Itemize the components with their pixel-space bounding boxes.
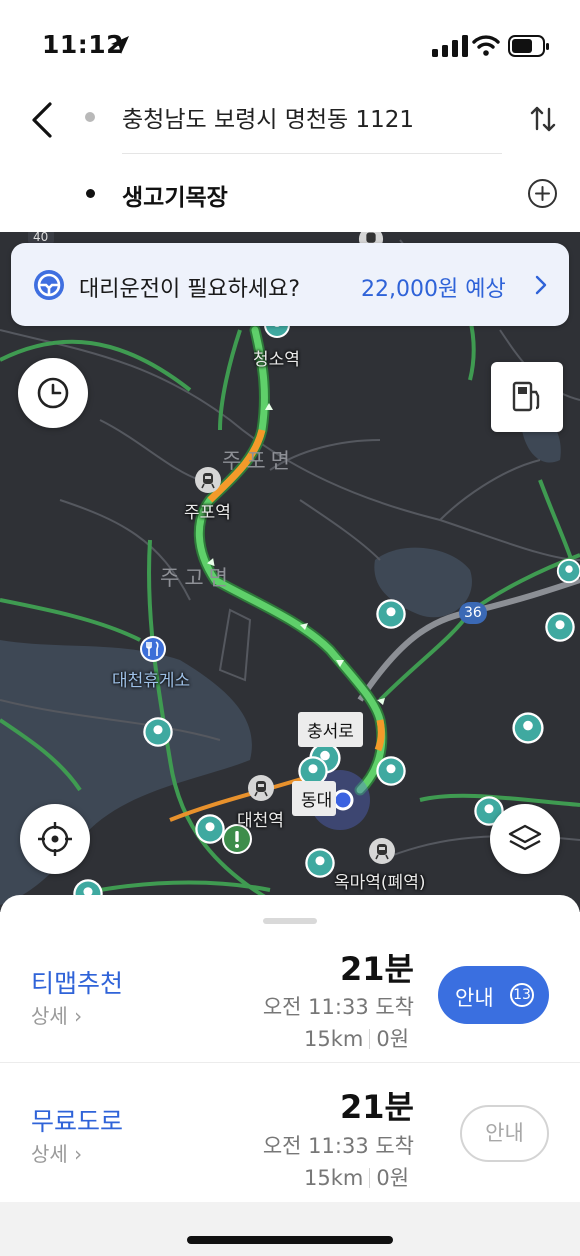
route-name-tmap[interactable]: 티맵추천	[31, 964, 123, 1000]
train-icon[interactable]	[368, 837, 396, 865]
destination-field[interactable]: 생고기목장	[122, 178, 228, 212]
poi-pin-icon[interactable]	[141, 715, 175, 749]
map-tag-dongdae: 동대	[292, 781, 337, 816]
guide-button-secondary[interactable]: 안내	[460, 1105, 549, 1162]
route-duration: 21분	[340, 1088, 414, 1126]
location-arrow-icon	[111, 36, 129, 54]
route-detail-link[interactable]: 상세 ›	[31, 1000, 82, 1029]
road-shield-36: 36	[464, 605, 482, 621]
layers-button[interactable]	[490, 804, 560, 874]
train-icon[interactable]	[194, 466, 222, 494]
route-toll: 0원	[376, 1166, 410, 1190]
map-tag-chungseoro: 충서로	[298, 712, 363, 747]
train-icon[interactable]	[247, 774, 275, 802]
guide-button-label: 안내	[455, 986, 494, 1010]
route-distance-toll: 15km 0원	[304, 1023, 409, 1053]
daeri-banner[interactable]: 대리운전이 필요하세요? 22,000원 예상	[11, 243, 569, 326]
map-label-okma: 옥마역(폐역)	[334, 873, 426, 893]
route-detail-link[interactable]: 상세 ›	[31, 1138, 82, 1167]
route-detail-label: 상세	[31, 1004, 68, 1028]
poi-pin-icon[interactable]	[374, 754, 408, 788]
back-icon[interactable]	[22, 100, 62, 140]
chevron-right-icon: ›	[74, 1004, 83, 1028]
origin-field[interactable]: 충청남도 보령시 명천동 1121	[122, 100, 414, 134]
clock-icon	[37, 377, 69, 409]
locate-button[interactable]	[20, 804, 90, 874]
daeri-price: 22,000원 예상	[361, 277, 506, 302]
history-button[interactable]	[18, 358, 88, 428]
route-duration: 21분	[340, 950, 414, 988]
route-toll: 0원	[376, 1027, 410, 1051]
add-circle-icon[interactable]	[527, 178, 558, 209]
route-divider	[0, 1062, 580, 1063]
region-label-jupo: 주포면	[222, 449, 295, 473]
battery-icon	[508, 35, 549, 57]
layers-icon	[508, 824, 542, 851]
gas-station-icon	[512, 381, 540, 412]
route-detail-label: 상세	[31, 1142, 68, 1166]
route-name-free[interactable]: 무료도로	[31, 1102, 123, 1138]
poi-pin-icon[interactable]	[510, 710, 546, 746]
destination-dot	[86, 189, 95, 198]
poi-pin-icon[interactable]	[543, 610, 577, 644]
poi-pin-icon[interactable]	[303, 846, 337, 880]
region-label-jugyo: 주고면	[160, 566, 233, 590]
sheet-footer	[0, 1202, 580, 1256]
route-arrival: 오전 11:33 도착	[262, 1134, 414, 1158]
guide-count-badge: 13	[510, 983, 534, 1007]
map-label-jupo-station: 주포역	[184, 503, 231, 523]
divider	[122, 153, 502, 154]
route-distance: 15km	[304, 1027, 364, 1051]
origin-dot	[85, 112, 95, 122]
signal-icon	[432, 35, 468, 57]
route-distance: 15km	[304, 1166, 364, 1190]
swap-icon[interactable]	[526, 102, 560, 136]
wifi-icon	[472, 35, 500, 56]
daeri-question: 대리운전이 필요하세요?	[79, 277, 301, 302]
home-indicator[interactable]	[187, 1236, 393, 1244]
steering-wheel-icon	[34, 270, 64, 300]
poi-pin-icon[interactable]	[555, 554, 580, 588]
map-label-daecheon-station: 대천역	[237, 811, 284, 831]
chevron-right-icon	[535, 275, 547, 295]
route-arrival: 오전 11:33 도착	[262, 995, 414, 1019]
restaurant-icon[interactable]	[139, 635, 167, 663]
sheet-handle[interactable]	[263, 918, 317, 924]
poi-pin-icon[interactable]	[374, 597, 408, 631]
gas-station-button[interactable]	[491, 362, 563, 432]
chevron-right-icon: ›	[74, 1142, 83, 1166]
map-view[interactable]: 청소역 주포역 주포면 주고면 대천휴게소 충서로 동대 대천역 옥마역(폐역)…	[0, 232, 580, 912]
status-bar: 11:12	[0, 0, 580, 92]
route-distance-toll: 15km 0원	[304, 1162, 409, 1192]
map-label-daecheon-rest: 대천휴게소	[112, 671, 191, 691]
locate-icon	[38, 822, 72, 856]
guide-button[interactable]: 안내 13	[438, 966, 549, 1024]
map-label-cheongso: 청소역	[253, 350, 300, 370]
